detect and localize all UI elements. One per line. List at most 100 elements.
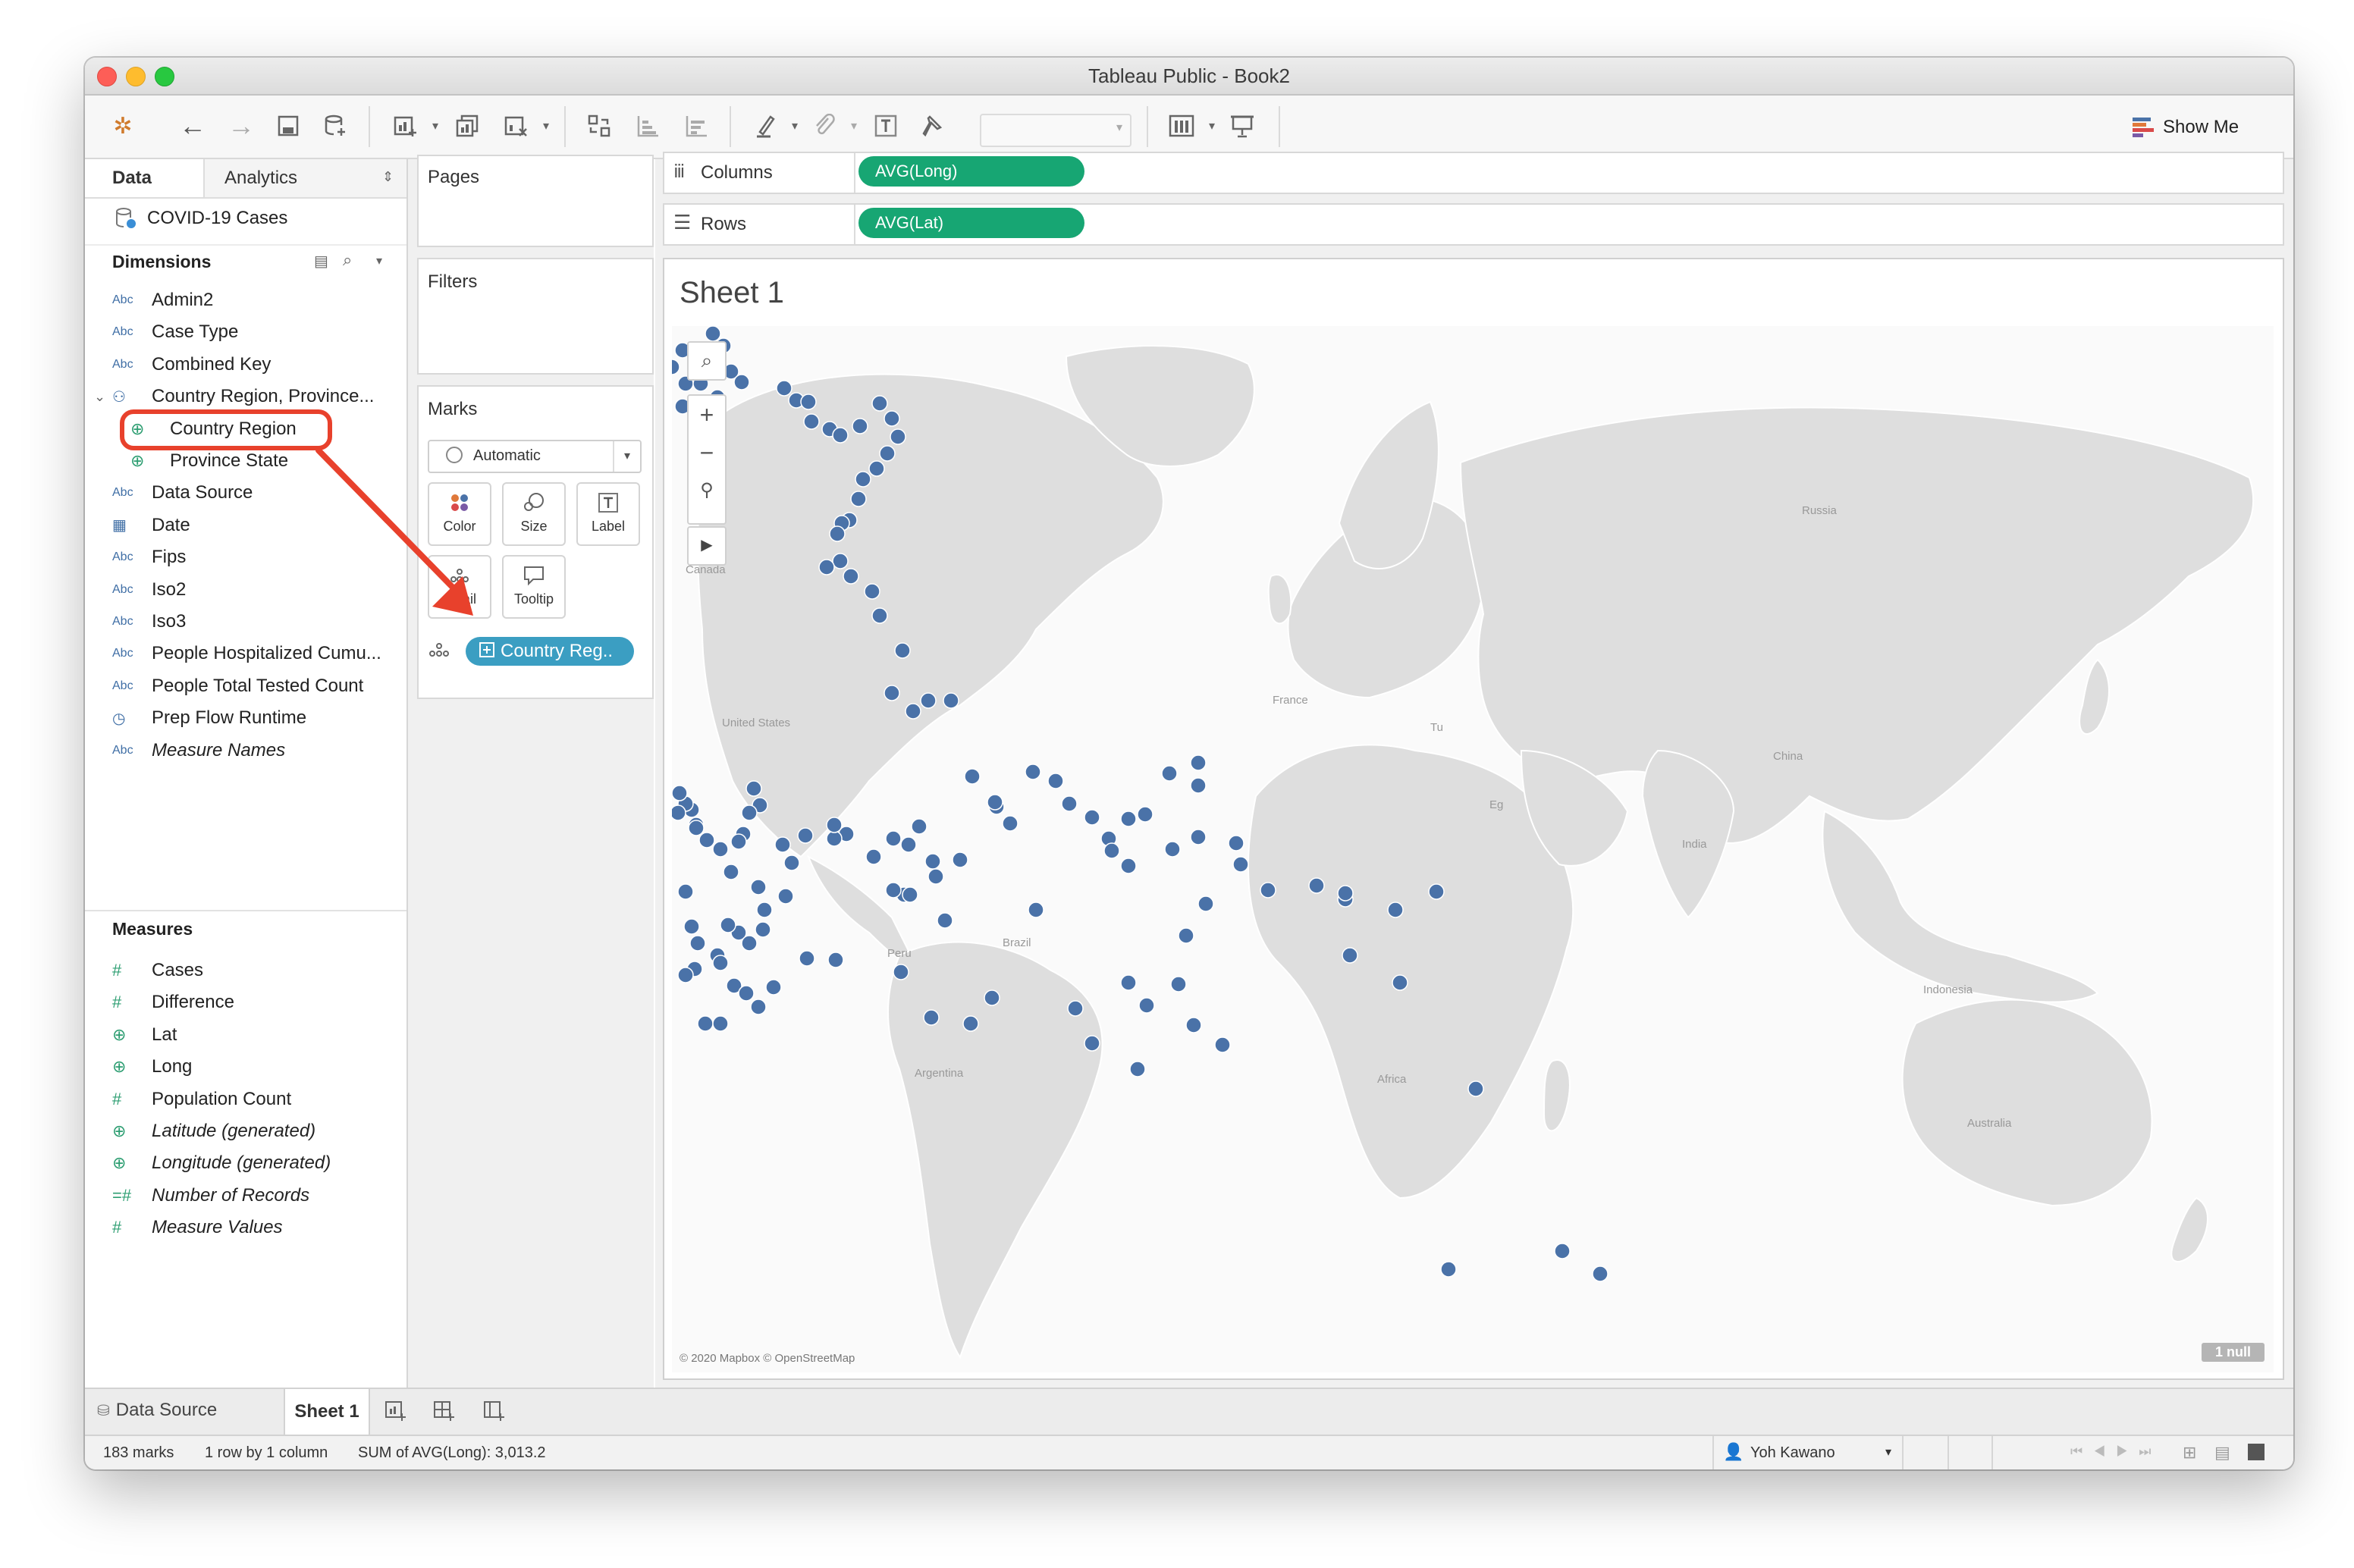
mark-type-dropdown[interactable]: Automatic ▾ (428, 440, 642, 473)
country-mark[interactable] (1228, 835, 1244, 851)
country-mark[interactable] (826, 817, 843, 833)
country-mark[interactable] (890, 428, 906, 445)
country-mark[interactable] (1214, 1036, 1231, 1053)
dimension-field[interactable]: ▦ Date (112, 510, 190, 541)
measure-field[interactable]: # Cases (112, 955, 203, 986)
dimension-field[interactable]: Abc Data Source (112, 478, 253, 508)
dimension-field[interactable]: Abc Measure Names (112, 735, 285, 766)
country-mark[interactable] (1178, 927, 1194, 944)
country-mark[interactable] (832, 553, 849, 569)
country-mark[interactable] (1592, 1265, 1609, 1282)
country-mark[interactable] (984, 989, 1000, 1006)
country-mark[interactable] (1047, 773, 1064, 789)
rows-pill-avg-lat[interactable]: AVG(Lat) (858, 208, 1084, 238)
country-mark[interactable] (1440, 1261, 1457, 1278)
country-mark[interactable] (1002, 815, 1018, 832)
detail-button[interactable]: ail (428, 555, 491, 619)
country-mark[interactable] (818, 559, 835, 575)
country-mark[interactable] (1197, 895, 1214, 912)
country-mark[interactable] (1190, 754, 1207, 771)
country-mark[interactable] (712, 1015, 729, 1032)
country-mark[interactable] (741, 935, 758, 952)
columns-pill-avg-long[interactable]: AVG(Long) (858, 156, 1084, 187)
show-sheet-sorter-icon[interactable] (2248, 1444, 2265, 1460)
country-mark[interactable] (871, 395, 888, 412)
country-mark[interactable] (723, 864, 739, 880)
clear-dropdown-icon[interactable]: ▾ (543, 118, 549, 133)
country-mark[interactable] (1138, 997, 1155, 1014)
new-story-tab-icon[interactable] (482, 1400, 505, 1426)
country-mark[interactable] (868, 460, 885, 477)
measure-field[interactable]: # Difference (112, 987, 234, 1018)
country-mark[interactable] (1137, 806, 1153, 823)
measure-field[interactable]: ⊕ Long (112, 1052, 192, 1082)
country-mark[interactable] (712, 955, 729, 971)
country-mark[interactable] (800, 394, 817, 410)
rows-shelf[interactable]: ☰ Rows AVG(Lat) (663, 203, 2284, 246)
country-mark[interactable] (705, 326, 721, 342)
tab-data[interactable]: Data (85, 159, 205, 197)
datasource-item[interactable]: COVID-19 Cases (114, 203, 287, 234)
fit-dropdown[interactable]: ▾ (980, 114, 1131, 147)
country-mark[interactable] (698, 832, 715, 848)
sheet-navigation-icons[interactable]: ⏮◀▶⏭ (2070, 1444, 2162, 1460)
undo-icon[interactable]: ← (176, 109, 209, 143)
measure-field[interactable]: ⊕ Lat (112, 1020, 177, 1050)
country-mark[interactable] (894, 642, 911, 659)
columns-shelf[interactable]: ⅲ Columns AVG(Long) (663, 152, 2284, 194)
country-mark[interactable] (1164, 841, 1181, 858)
country-mark[interactable] (893, 964, 909, 980)
map-search-icon[interactable]: ⌕ (687, 341, 727, 381)
country-mark[interactable] (1025, 764, 1041, 780)
country-mark[interactable] (902, 886, 918, 903)
show-mark-labels-icon[interactable] (869, 109, 902, 143)
zoom-in-icon[interactable]: + (689, 396, 725, 434)
country-mark[interactable] (1342, 947, 1358, 964)
show-tabs-icon[interactable]: ▤ (2214, 1443, 2230, 1463)
country-mark[interactable] (750, 879, 767, 895)
country-mark[interactable] (745, 780, 762, 797)
country-mark[interactable] (927, 868, 944, 885)
measure-field[interactable]: =# Number of Records (112, 1181, 309, 1211)
filters-shelf[interactable]: Filters (417, 258, 654, 375)
highlight-dropdown-icon[interactable]: ▾ (792, 118, 798, 133)
country-mark[interactable] (741, 804, 758, 821)
country-mark[interactable] (827, 952, 844, 968)
country-mark[interactable] (677, 883, 694, 900)
show-filmstrip-icon[interactable]: ⊞ (2183, 1443, 2196, 1463)
show-me-button[interactable]: Show Me (2133, 112, 2239, 143)
country-mark[interactable] (688, 820, 705, 836)
dimension-field[interactable]: Abc Combined Key (112, 350, 271, 380)
country-mark[interactable] (1120, 858, 1137, 874)
new-dashboard-tab-icon[interactable] (432, 1400, 455, 1426)
pin-map-icon[interactable]: ⚲ (689, 472, 725, 510)
map-view[interactable]: Russia Canada United States China India Brazi… (672, 326, 2274, 1372)
dimension-field[interactable]: Abc Iso2 (112, 575, 186, 605)
country-mark[interactable] (733, 374, 750, 390)
sort-ascending-icon[interactable] (631, 109, 664, 143)
country-mark[interactable] (1028, 902, 1044, 918)
country-mark[interactable] (1190, 777, 1207, 794)
country-mark[interactable] (1337, 885, 1354, 902)
pages-shelf[interactable]: Pages (417, 155, 654, 247)
country-mark[interactable] (672, 785, 688, 801)
show-cards-dropdown-icon[interactable]: ▾ (1209, 118, 1215, 133)
country-mark[interactable] (1428, 883, 1445, 900)
new-datasource-icon[interactable] (319, 109, 352, 143)
sort-descending-icon[interactable] (680, 109, 713, 143)
country-mark[interactable] (683, 918, 700, 935)
country-mark[interactable] (885, 830, 902, 847)
dimension-field[interactable]: ⌄ ⚇ Country Region, Province... (94, 381, 374, 412)
tab-stepper-icon[interactable]: ⇕ (382, 169, 394, 185)
tab-sheet1[interactable]: Sheet 1 (284, 1389, 370, 1436)
country-mark[interactable] (826, 830, 843, 847)
country-mark[interactable] (1232, 856, 1249, 873)
search-fields-icon[interactable]: ⌕ (343, 250, 352, 270)
dimension-field[interactable]: Abc Admin2 (112, 285, 213, 315)
country-mark[interactable] (964, 768, 981, 785)
country-mark[interactable] (905, 703, 921, 720)
new-worksheet-tab-icon[interactable] (384, 1400, 406, 1426)
country-mark[interactable] (962, 1015, 979, 1032)
new-worksheet-icon[interactable] (388, 109, 422, 143)
country-mark[interactable] (730, 833, 747, 850)
